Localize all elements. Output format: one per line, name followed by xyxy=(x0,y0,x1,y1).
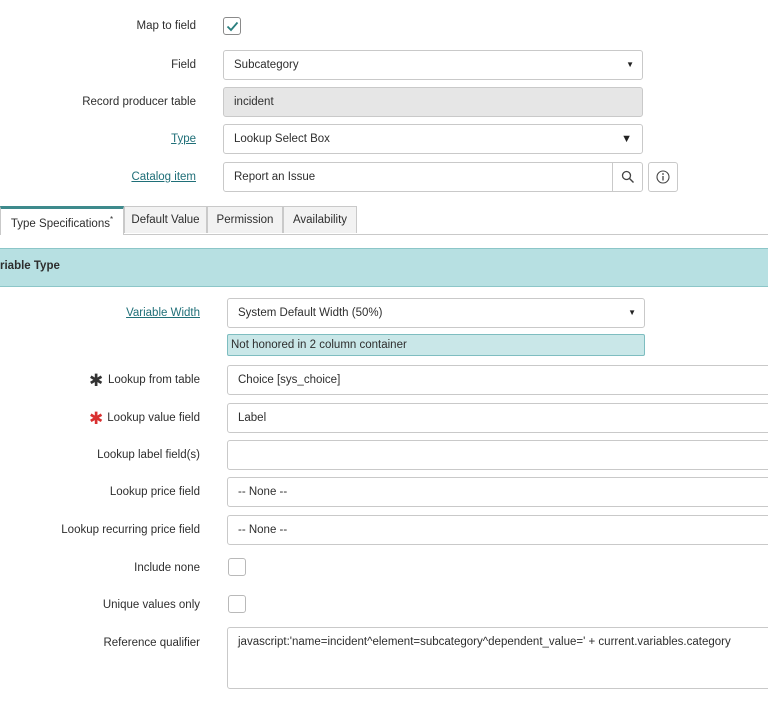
lookup-value-field-input[interactable]: Label xyxy=(227,403,768,433)
variable-width-select[interactable]: System Default Width (50%) ▼ xyxy=(227,298,645,328)
record-producer-table-label: Record producer table xyxy=(82,96,196,108)
tab-availability-label: Availability xyxy=(292,214,348,226)
caret-down-icon: ▼ xyxy=(626,60,634,69)
field-label: Field xyxy=(171,59,196,71)
field-select-value: Subcategory xyxy=(234,59,299,71)
record-producer-table-value: incident xyxy=(234,96,274,108)
lookup-price-field-select[interactable]: -- None -- xyxy=(227,477,768,507)
variable-width-value: System Default Width (50%) xyxy=(238,307,383,319)
catalog-item-search-button[interactable] xyxy=(612,162,643,192)
section-title: riable Type xyxy=(0,260,60,272)
caret-down-icon: ▼ xyxy=(628,308,636,317)
lookup-from-table-label: Lookup from table xyxy=(107,374,200,386)
catalog-item-link[interactable]: Catalog item xyxy=(131,169,196,185)
unique-values-only-label: Unique values only xyxy=(102,599,200,611)
lookup-recurring-price-field-label: Lookup recurring price field xyxy=(61,524,200,536)
lookup-label-fields-label: Lookup label field(s) xyxy=(97,449,200,461)
lookup-value-field-label: Lookup value field xyxy=(107,412,200,424)
field-select[interactable]: Subcategory ▼ xyxy=(223,50,643,80)
catalog-item-value: Report an Issue xyxy=(234,171,316,183)
required-marker-icon: ✱ xyxy=(89,371,104,390)
include-none-label: Include none xyxy=(134,562,200,574)
lookup-from-table-input[interactable]: Choice [sys_choice] xyxy=(227,365,768,395)
tab-default-value[interactable]: Default Value xyxy=(124,206,207,233)
type-select[interactable]: Lookup Select Box ▼ xyxy=(223,124,643,154)
lookup-label-fields-input[interactable] xyxy=(227,440,768,470)
type-link[interactable]: Type xyxy=(171,131,196,147)
tab-type-specifications[interactable]: Type Specifications* xyxy=(0,206,124,235)
map-to-field-checkbox[interactable] xyxy=(223,17,241,35)
variable-width-link[interactable]: Variable Width xyxy=(126,305,200,321)
check-icon xyxy=(226,21,239,32)
reference-qualifier-textarea[interactable]: javascript:'name=incident^element=subcat… xyxy=(227,627,768,689)
reference-qualifier-label: Reference qualifier xyxy=(103,637,200,649)
section-header-variable-type: riable Type xyxy=(0,248,768,287)
required-marker-icon: ✱ xyxy=(89,409,104,428)
catalog-item-info-button[interactable] xyxy=(648,162,678,192)
lookup-price-field-label: Lookup price field xyxy=(109,486,200,498)
search-icon xyxy=(621,170,634,183)
info-icon xyxy=(656,170,670,184)
caret-down-icon: ▼ xyxy=(621,133,632,145)
lookup-value-field-value: Label xyxy=(238,412,267,424)
record-producer-table-field: incident xyxy=(223,87,643,117)
lookup-recurring-price-field-value: -- None -- xyxy=(238,524,288,536)
unique-values-only-checkbox[interactable] xyxy=(228,595,246,613)
type-select-value: Lookup Select Box xyxy=(234,133,330,145)
include-none-checkbox[interactable] xyxy=(228,558,246,576)
tab-permission-label: Permission xyxy=(216,214,274,226)
reference-qualifier-value: javascript:'name=incident^element=subcat… xyxy=(238,636,731,648)
lookup-price-field-value: -- None -- xyxy=(238,486,288,498)
map-to-field-label: Map to field xyxy=(136,20,196,32)
tab-bar: Type Specifications* Default Value Permi… xyxy=(0,206,768,235)
catalog-item-input[interactable]: Report an Issue xyxy=(223,162,613,192)
tab-permission[interactable]: Permission xyxy=(207,206,283,233)
tab-type-specifications-label: Type Specifications xyxy=(10,217,110,230)
variable-width-hint: Not honored in 2 column container xyxy=(227,334,645,356)
lookup-recurring-price-field-select[interactable]: -- None -- xyxy=(227,515,768,545)
tab-default-value-label: Default Value xyxy=(131,214,200,226)
tab-availability[interactable]: Availability xyxy=(283,206,357,233)
tab-required-marker: * xyxy=(109,215,114,224)
lookup-from-table-value: Choice [sys_choice] xyxy=(238,374,341,386)
